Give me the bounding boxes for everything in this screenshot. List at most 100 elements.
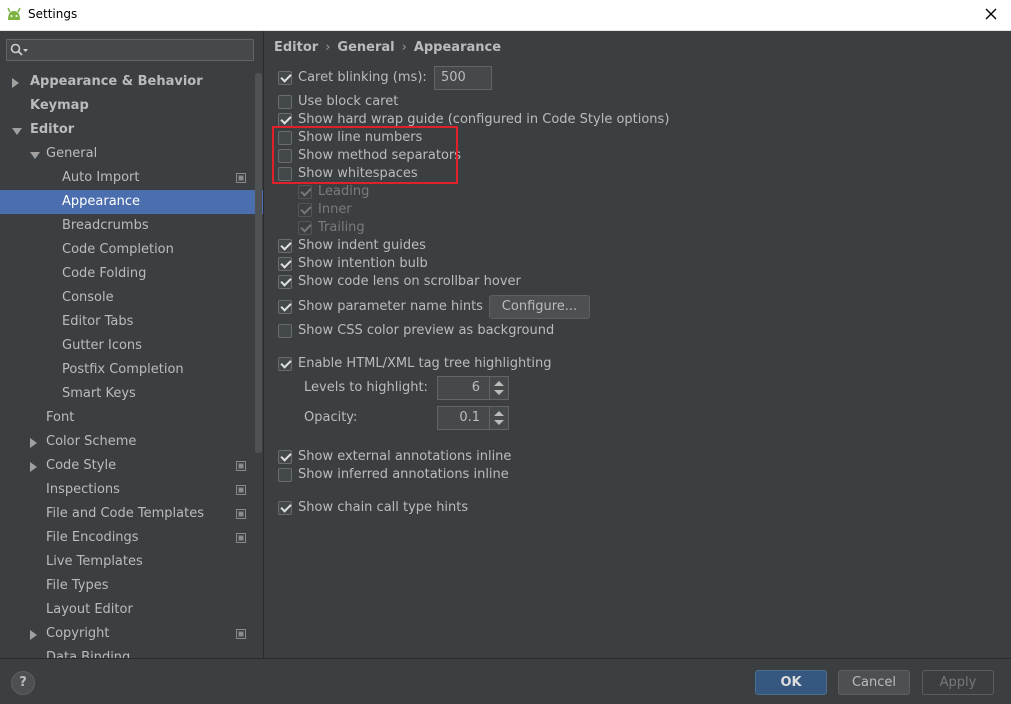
apply-button[interactable]: Apply <box>922 670 994 695</box>
sidebar-item[interactable]: Keymap <box>0 94 263 118</box>
title-bar: Settings <box>0 0 1011 31</box>
close-icon[interactable] <box>981 4 1001 24</box>
checkbox[interactable] <box>278 300 292 314</box>
checkbox[interactable] <box>278 239 292 253</box>
spinner-arrows[interactable] <box>489 377 508 399</box>
sidebar-item[interactable]: Gutter Icons <box>0 334 263 358</box>
breadcrumb-item[interactable]: Editor <box>274 40 318 55</box>
chevron-down-icon[interactable] <box>30 152 40 159</box>
checkbox[interactable] <box>278 501 292 515</box>
sidebar-item[interactable]: Color Scheme <box>0 430 263 454</box>
breadcrumb: Editor › General › Appearance <box>274 40 501 55</box>
sidebar-item-label: Auto Import <box>62 170 140 185</box>
checkbox[interactable] <box>278 275 292 289</box>
option-label: Enable HTML/XML tag tree highlighting <box>298 356 552 371</box>
cancel-button[interactable]: Cancel <box>838 670 910 695</box>
sidebar-item[interactable]: Editor Tabs <box>0 310 263 334</box>
breadcrumb-separator-icon: › <box>325 40 331 55</box>
checkbox <box>298 185 312 199</box>
sidebar-item[interactable]: Console <box>0 286 263 310</box>
sidebar-item[interactable]: Inspections <box>0 478 263 502</box>
sidebar-item[interactable]: Data Binding <box>0 646 263 658</box>
sidebar-item[interactable]: Appearance <box>0 190 263 214</box>
chevron-right-icon[interactable] <box>30 462 37 472</box>
chevron-right-icon[interactable] <box>30 438 37 448</box>
chevron-right-icon[interactable] <box>12 78 19 88</box>
checkbox[interactable] <box>278 450 292 464</box>
project-settings-icon <box>236 173 246 183</box>
sidebar-item-label: Color Scheme <box>46 434 137 449</box>
sidebar-item[interactable]: Code Style <box>0 454 263 478</box>
option-label: Show CSS color preview as background <box>298 323 555 338</box>
sidebar-item[interactable]: File Encodings <box>0 526 263 550</box>
option-label: Trailing <box>318 220 365 235</box>
sidebar-item[interactable]: Code Folding <box>0 262 263 286</box>
sidebar-item-label: Appearance & Behavior <box>30 74 203 89</box>
sidebar-item[interactable]: Font <box>0 406 263 430</box>
checkbox <box>298 221 312 235</box>
sidebar-item[interactable]: Smart Keys <box>0 382 263 406</box>
breadcrumb-item[interactable]: General <box>337 40 394 55</box>
sidebar-item[interactable]: File Types <box>0 574 263 598</box>
checkbox[interactable] <box>278 257 292 271</box>
spinner-arrows[interactable] <box>489 407 508 429</box>
checkbox[interactable] <box>278 324 292 338</box>
project-settings-icon <box>236 629 246 639</box>
caret-blinking-input[interactable]: 500 <box>434 66 492 90</box>
highlight-box <box>272 126 458 184</box>
sidebar-item[interactable]: Layout Editor <box>0 598 263 622</box>
sidebar-item[interactable]: General <box>0 142 263 166</box>
chevron-down-icon[interactable] <box>12 128 22 135</box>
sidebar-item-label: File Encodings <box>46 530 139 545</box>
configure-button[interactable]: Configure... <box>489 295 590 319</box>
sidebar-item-label: Layout Editor <box>46 602 133 617</box>
option-label: Show chain call type hints <box>298 500 469 515</box>
help-button[interactable]: ? <box>11 671 35 695</box>
sidebar-item-label: Copyright <box>46 626 110 641</box>
sidebar-item[interactable]: Breadcrumbs <box>0 214 263 238</box>
sidebar-item[interactable]: Postfix Completion <box>0 358 263 382</box>
opacity-spinner[interactable]: 0.1 <box>437 406 509 430</box>
sidebar-item[interactable]: Editor <box>0 118 263 142</box>
arrow-up-icon[interactable] <box>494 381 504 386</box>
option-label: Inner <box>318 202 352 217</box>
sidebar-item-label: Console <box>62 290 114 305</box>
sidebar-scrollbar[interactable] <box>255 73 262 453</box>
arrow-down-icon[interactable] <box>494 420 504 425</box>
sidebar-item[interactable]: Copyright <box>0 622 263 646</box>
checkbox[interactable] <box>278 357 292 371</box>
arrow-up-icon[interactable] <box>494 411 504 416</box>
sidebar-item-label: Data Binding <box>46 650 131 658</box>
option-label: Show code lens on scrollbar hover <box>298 274 521 289</box>
checkbox[interactable] <box>278 468 292 482</box>
option-label: Show parameter name hints <box>298 299 483 314</box>
project-settings-icon <box>236 485 246 495</box>
checkbox <box>298 203 312 217</box>
checkbox[interactable] <box>278 71 292 85</box>
ok-button[interactable]: OK <box>755 670 827 695</box>
dialog-footer: ? OK Cancel Apply <box>0 658 1011 704</box>
option-label: Leading <box>318 184 370 199</box>
opacity-value: 0.1 <box>459 410 480 425</box>
chevron-right-icon[interactable] <box>30 630 37 640</box>
sidebar-item[interactable]: Auto Import <box>0 166 263 190</box>
sidebar-item-label: File and Code Templates <box>46 506 204 521</box>
sidebar-item-label: Smart Keys <box>62 386 136 401</box>
search-input[interactable] <box>6 39 254 61</box>
sidebar-item-label: Appearance <box>62 194 141 209</box>
sidebar-item-label: Code Style <box>46 458 117 473</box>
checkbox[interactable] <box>278 95 292 109</box>
sidebar-item[interactable]: Code Completion <box>0 238 263 262</box>
levels-label: Levels to highlight: <box>304 380 428 395</box>
breadcrumb-separator-icon: › <box>401 40 407 55</box>
sidebar-item-label: General <box>46 146 98 161</box>
sidebar-item[interactable]: Appearance & Behavior <box>0 70 263 94</box>
arrow-down-icon[interactable] <box>494 390 504 395</box>
search-icon <box>10 43 28 56</box>
levels-spinner[interactable]: 6 <box>437 376 509 400</box>
sidebar-item[interactable]: File and Code Templates <box>0 502 263 526</box>
option-label: Show intention bulb <box>298 256 428 271</box>
sidebar-item[interactable]: Live Templates <box>0 550 263 574</box>
checkbox[interactable] <box>278 113 292 127</box>
option-label: Use block caret <box>298 94 399 109</box>
